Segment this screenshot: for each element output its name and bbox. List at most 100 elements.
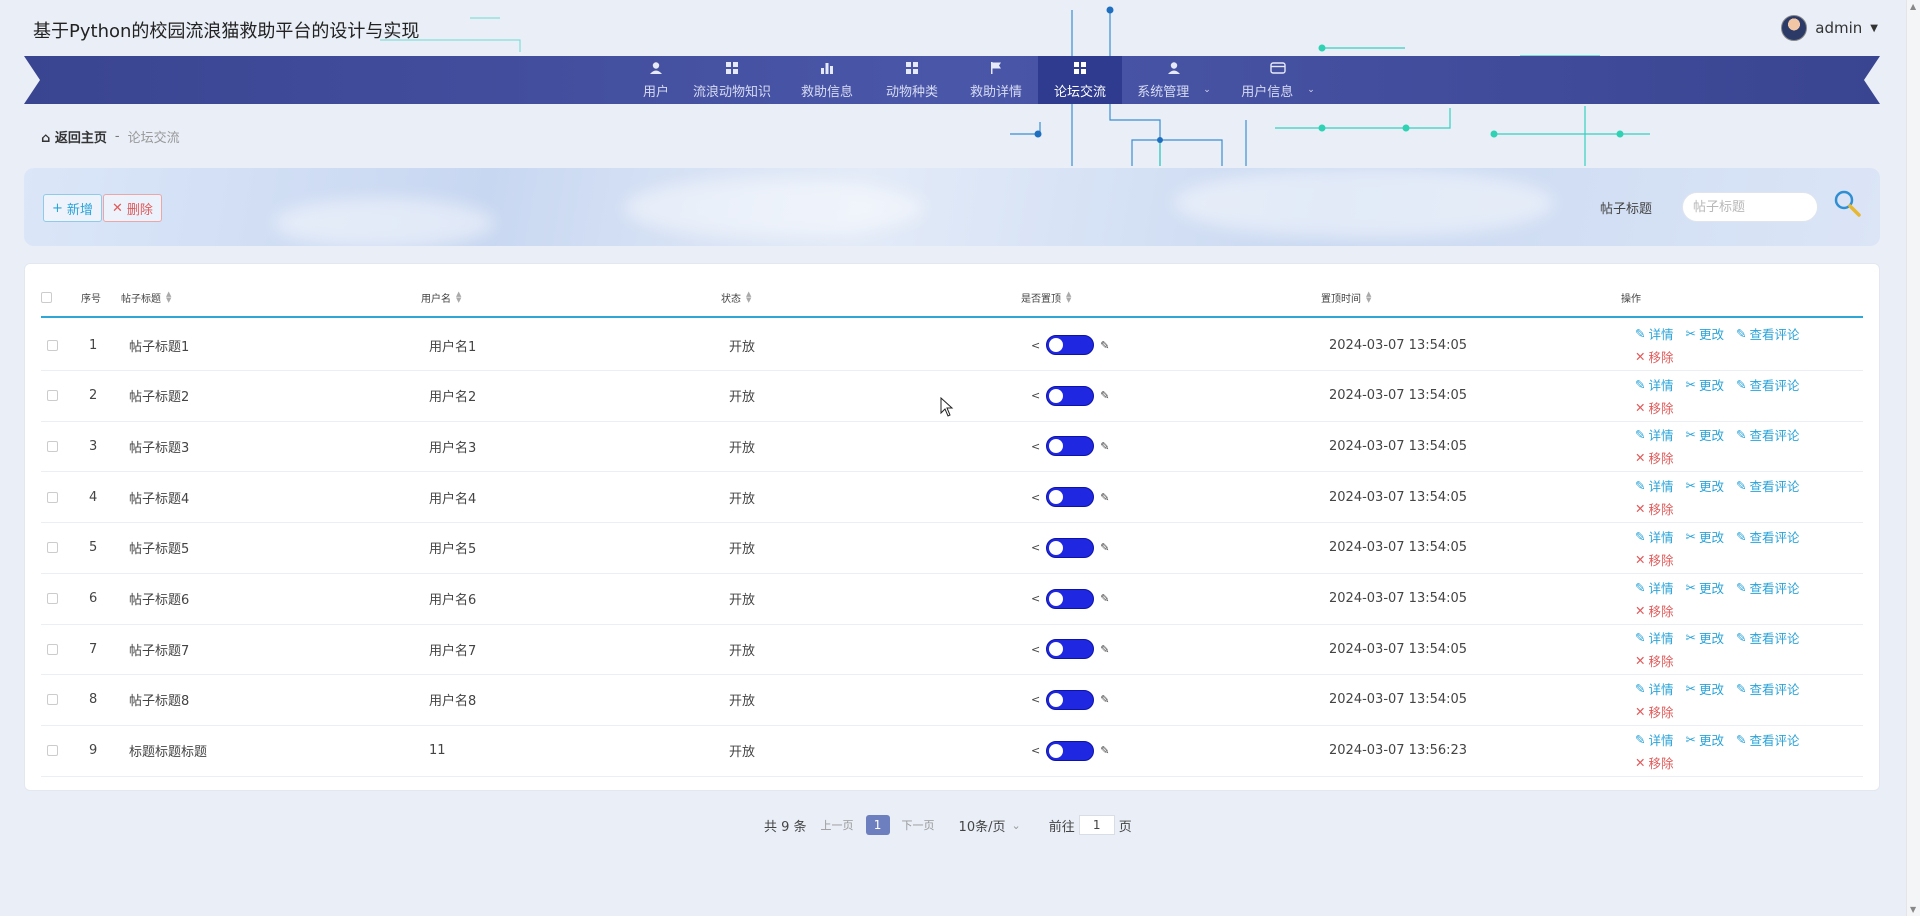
view-comments-button[interactable]: ✎ 查看评论	[1736, 578, 1800, 597]
nav-item-user-info[interactable]: 用户信息 ⌄	[1226, 56, 1330, 104]
nav-item-animal-knowledge[interactable]: 流浪动物知识	[680, 56, 784, 104]
remove-button[interactable]: ✕ 移除	[1635, 601, 1674, 620]
view-comments-button[interactable]: ✎ 查看评论	[1736, 679, 1800, 698]
edit-button[interactable]: ✂ 更改	[1686, 578, 1725, 597]
pencil-icon[interactable]: ✎	[1100, 643, 1109, 656]
view-comments-button[interactable]: ✎ 查看评论	[1736, 425, 1800, 444]
edit-button[interactable]: ✂ 更改	[1686, 679, 1725, 698]
remove-button[interactable]: ✕ 移除	[1635, 651, 1674, 670]
nav-item-system-management[interactable]: 系统管理 ⌄	[1122, 56, 1226, 104]
pencil-icon[interactable]: ✎	[1100, 491, 1109, 504]
row-checkbox[interactable]	[47, 745, 58, 757]
pencil-icon[interactable]: ✎	[1100, 440, 1109, 453]
comments-label: 查看评论	[1749, 377, 1800, 393]
pinned-toggle[interactable]	[1046, 740, 1095, 761]
sort-icon: ▲ ▼	[1366, 290, 1372, 304]
pencil-icon[interactable]: ✎	[1100, 339, 1109, 352]
view-comments-button[interactable]: ✎ 查看评论	[1736, 527, 1800, 546]
edit-button[interactable]: ✂ 更改	[1686, 425, 1725, 444]
goto-page-input[interactable]: 1	[1078, 815, 1115, 835]
pencil-icon[interactable]: ✎	[1100, 592, 1109, 605]
row-checkbox[interactable]	[47, 542, 58, 554]
pinned-toggle[interactable]	[1046, 436, 1095, 457]
nav-item-rescue-detail[interactable]: 救助详情	[954, 56, 1038, 104]
row-title: 帖子标题2	[129, 390, 190, 406]
column-header-pinned[interactable]: 是否置顶 ▲ ▼	[1021, 290, 1071, 305]
remove-button[interactable]: ✕ 移除	[1635, 448, 1674, 467]
remove-label: 移除	[1648, 755, 1674, 771]
row-checkbox[interactable]	[47, 390, 58, 402]
edit-button[interactable]: ✂ 更改	[1686, 628, 1725, 647]
nav-item-user[interactable]: 用户	[632, 56, 680, 104]
column-header-status[interactable]: 状态 ▲ ▼	[721, 290, 751, 305]
row-checkbox[interactable]	[47, 643, 58, 655]
remove-button[interactable]: ✕ 移除	[1635, 550, 1674, 569]
pencil-icon[interactable]: ✎	[1100, 744, 1109, 757]
row-pinned-cell: < ✎	[1031, 436, 1109, 457]
nav-item-forum[interactable]: 论坛交流	[1038, 56, 1122, 104]
edit-button[interactable]: ✂ 更改	[1686, 527, 1725, 546]
nav-item-rescue-info[interactable]: 救助信息	[784, 56, 870, 104]
prev-page-button[interactable]: 上一页	[821, 817, 854, 833]
pinned-toggle[interactable]	[1046, 385, 1095, 406]
search-input[interactable]	[1682, 192, 1818, 222]
view-comments-button[interactable]: ✎ 查看评论	[1736, 375, 1800, 394]
nav-item-animal-species[interactable]: 动物种类	[870, 56, 954, 104]
pinned-toggle[interactable]	[1046, 487, 1095, 508]
edit-button[interactable]: ✂ 更改	[1686, 476, 1725, 495]
remove-button[interactable]: ✕ 移除	[1635, 499, 1674, 518]
pinned-toggle[interactable]	[1046, 588, 1095, 609]
pinned-toggle[interactable]	[1046, 639, 1095, 660]
breadcrumb-separator: -	[114, 129, 120, 144]
scroll-down-icon[interactable]: ▼	[1910, 905, 1916, 914]
add-button[interactable]: + 新增	[43, 194, 102, 222]
remove-button[interactable]: ✕ 移除	[1635, 753, 1674, 772]
pinned-toggle[interactable]	[1046, 689, 1095, 710]
remove-button[interactable]: ✕ 移除	[1635, 398, 1674, 417]
page-scrollbar[interactable]: ▲ ▼	[1906, 0, 1920, 916]
remove-button[interactable]: ✕ 移除	[1635, 347, 1674, 366]
pinned-toggle[interactable]	[1046, 537, 1095, 558]
detail-button[interactable]: ✎ 详情	[1635, 730, 1674, 749]
pinned-toggle[interactable]	[1046, 335, 1095, 355]
edit-button[interactable]: ✂ 更改	[1686, 324, 1725, 343]
row-checkbox[interactable]	[47, 694, 58, 706]
share-icon: <	[1031, 338, 1041, 352]
page-size-select[interactable]: 10条/页 ⌄	[959, 816, 1021, 835]
detail-button[interactable]: ✎ 详情	[1635, 628, 1674, 647]
column-header-title[interactable]: 帖子标题 ▲ ▼	[121, 290, 171, 305]
view-comments-button[interactable]: ✎ 查看评论	[1736, 628, 1800, 647]
share-icon: <	[1031, 642, 1041, 656]
row-checkbox[interactable]	[47, 593, 58, 604]
detail-button[interactable]: ✎ 详情	[1635, 375, 1674, 394]
detail-button[interactable]: ✎ 详情	[1635, 578, 1674, 597]
select-all-checkbox[interactable]	[41, 291, 52, 303]
row-checkbox[interactable]	[47, 440, 58, 452]
detail-button[interactable]: ✎ 详情	[1635, 476, 1674, 495]
detail-button[interactable]: ✎ 详情	[1635, 324, 1674, 343]
edit-button[interactable]: ✂ 更改	[1686, 730, 1725, 749]
row-checkbox[interactable]	[47, 339, 58, 351]
pencil-icon[interactable]: ✎	[1100, 389, 1109, 402]
detail-button[interactable]: ✎ 详情	[1635, 425, 1674, 444]
user-menu[interactable]: admin ▼	[1781, 15, 1878, 41]
next-page-button[interactable]: 下一页	[902, 817, 935, 833]
column-header-pin-time[interactable]: 置顶时间 ▲ ▼	[1321, 290, 1371, 305]
view-comments-button[interactable]: ✎ 查看评论	[1736, 730, 1800, 749]
scroll-up-icon[interactable]: ▲	[1910, 2, 1916, 11]
column-header-user[interactable]: 用户名 ▲ ▼	[421, 290, 461, 305]
breadcrumb-home[interactable]: ⌂ 返回主页	[41, 127, 107, 146]
detail-button[interactable]: ✎ 详情	[1635, 679, 1674, 698]
edit-button[interactable]: ✂ 更改	[1686, 375, 1725, 394]
detail-button[interactable]: ✎ 详情	[1635, 527, 1674, 546]
remove-button[interactable]: ✕ 移除	[1635, 702, 1674, 721]
search-button[interactable]	[1832, 188, 1862, 218]
pencil-icon[interactable]: ✎	[1100, 541, 1109, 554]
row-checkbox[interactable]	[47, 491, 58, 503]
view-comments-button[interactable]: ✎ 查看评论	[1736, 476, 1800, 495]
page-number-current[interactable]: 1	[865, 815, 890, 835]
view-comments-button[interactable]: ✎ 查看评论	[1736, 324, 1800, 343]
pencil-icon[interactable]: ✎	[1100, 693, 1109, 706]
nav-label: 救助详情	[969, 84, 1022, 100]
delete-button[interactable]: ✕ 删除	[103, 194, 162, 222]
